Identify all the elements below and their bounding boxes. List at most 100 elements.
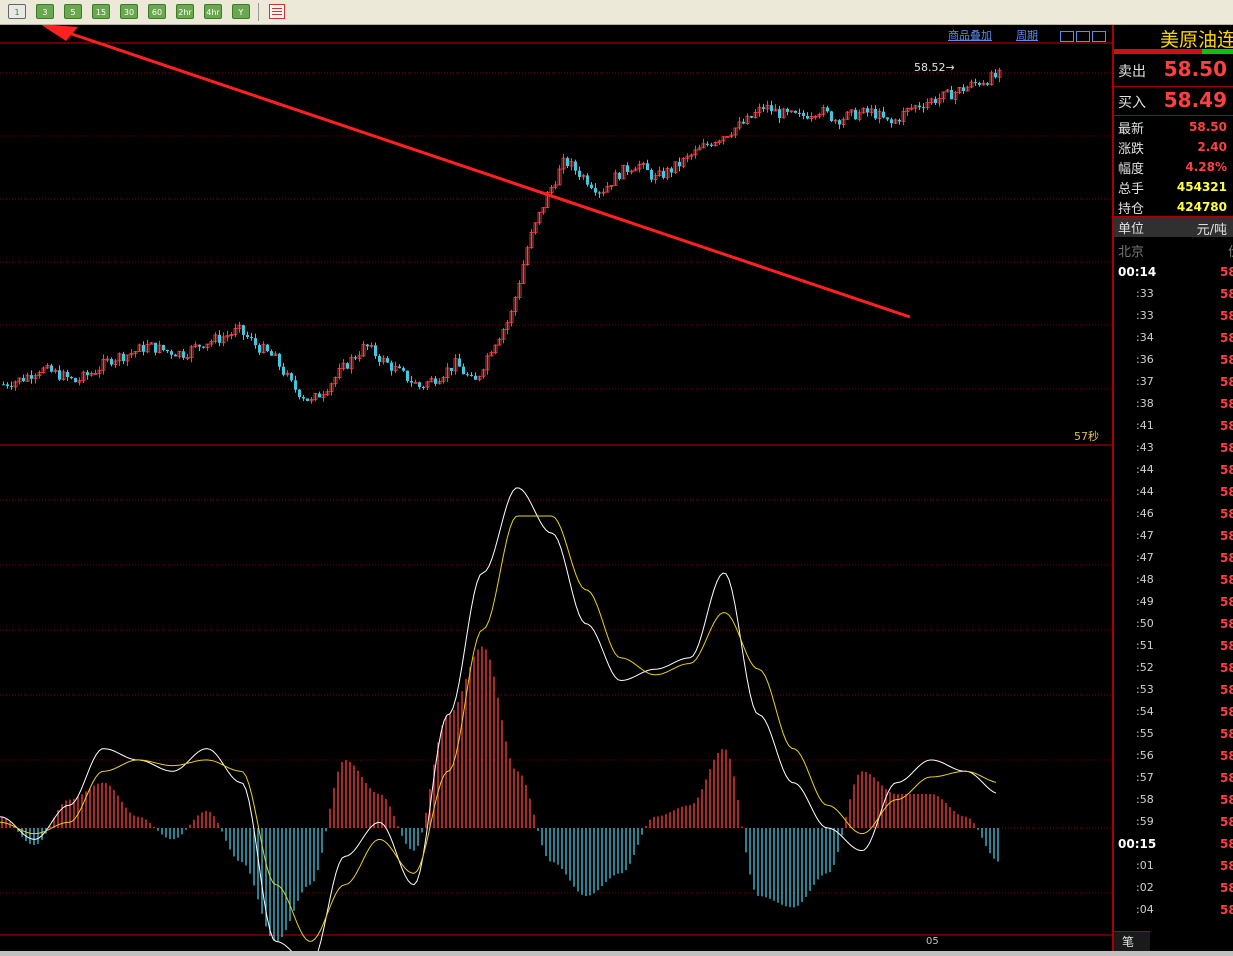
candle-body: [378, 356, 381, 362]
candle-body: [302, 396, 305, 399]
expand-icon[interactable]: [1076, 31, 1090, 42]
tick-price: 58: [1220, 595, 1233, 609]
stat-value: 58.50: [1189, 120, 1227, 134]
tick-price: 58: [1220, 287, 1233, 301]
candle-body: [6, 384, 9, 387]
candle-body: [318, 393, 321, 398]
candle-body: [794, 110, 797, 113]
period-button-3[interactable]: 3: [36, 4, 54, 19]
candle-body: [986, 83, 989, 85]
tick-price: 58: [1220, 617, 1233, 631]
candle-body: [374, 345, 377, 357]
period-button-1[interactable]: 1: [8, 4, 26, 19]
candle-body: [66, 371, 69, 377]
tick-price: 58: [1220, 573, 1233, 587]
chart-area[interactable]: 商品叠加 周期 58.52→ 57秒 05: [0, 25, 1112, 956]
stat-value: 454321: [1176, 180, 1227, 194]
candle-body: [882, 111, 885, 118]
candle-body: [950, 89, 953, 100]
tick-time: :43: [1136, 441, 1154, 454]
tick-time: :33: [1136, 309, 1154, 322]
candle-body: [594, 188, 597, 193]
tick-time: :56: [1136, 749, 1154, 762]
tick-price: 58: [1220, 881, 1233, 895]
tick-price: 58: [1220, 661, 1233, 675]
period-button-2hr[interactable]: 2hr: [176, 4, 194, 19]
candle-body: [750, 116, 753, 118]
period-button-4hr[interactable]: 4hr: [204, 4, 222, 19]
tick-time: :33: [1136, 287, 1154, 300]
tick-header-price: 价: [1228, 241, 1233, 260]
candle-body: [170, 351, 173, 355]
tick-time: :44: [1136, 485, 1154, 498]
buy-label: 买入: [1118, 95, 1146, 111]
tick-time: :50: [1136, 617, 1154, 630]
unit-label: 单位: [1118, 222, 1145, 237]
candle-body: [710, 144, 713, 146]
candle-body: [22, 377, 25, 382]
candle-body: [422, 386, 425, 388]
sell-pressure-bar: [1114, 49, 1202, 54]
candle-body: [434, 378, 437, 384]
candle-body: [974, 82, 977, 84]
tick-price: 58: [1220, 463, 1233, 477]
candle-body: [798, 112, 801, 114]
period-button-30[interactable]: 30: [120, 4, 138, 19]
tab-ticks[interactable]: 笔: [1114, 931, 1150, 951]
candle-body: [418, 382, 421, 387]
period-button-15[interactable]: 15: [92, 4, 110, 19]
candle-body: [706, 143, 709, 145]
candle-body: [778, 109, 781, 118]
tick-time: 00:15: [1118, 837, 1157, 851]
tick-time: :38: [1136, 397, 1154, 410]
candle-body: [450, 367, 453, 371]
overlay-link[interactable]: 商品叠加: [948, 27, 992, 43]
candle-body: [50, 365, 53, 372]
candle-body: [670, 168, 673, 173]
candle-body: [586, 175, 589, 185]
candle-body: [290, 373, 293, 381]
tick-time: :41: [1136, 419, 1154, 432]
candle-body: [30, 375, 33, 379]
peak-price-label: 58.52→: [914, 61, 955, 74]
period-button-5[interactable]: 5: [64, 4, 82, 19]
candle-body: [650, 169, 653, 180]
candle-body: [886, 117, 889, 120]
candle-body: [890, 119, 893, 124]
buy-price: 58.49: [1163, 88, 1227, 112]
tick-header: 北京: [1118, 245, 1145, 260]
tick-time: :01: [1136, 859, 1154, 872]
annotation-arrow-head: [41, 25, 78, 41]
candle-body: [978, 82, 981, 85]
candle-body: [122, 353, 125, 362]
tick-time: :46: [1136, 507, 1154, 520]
tick-price: 58: [1220, 639, 1233, 653]
buy-pressure-bar: [1202, 49, 1233, 54]
tick-time: :58: [1136, 793, 1154, 806]
tick-time: :57: [1136, 771, 1154, 784]
tick-time: :48: [1136, 573, 1154, 586]
period-button-60[interactable]: 60: [148, 4, 166, 19]
candle-body: [366, 344, 369, 347]
tick-price: 58: [1220, 419, 1233, 433]
candle-body: [166, 350, 169, 352]
candle-body: [386, 358, 389, 363]
tick-price: 58: [1220, 441, 1233, 455]
period-toolbar: 1 3 5 15 30 60 2hr 4hr Y: [0, 0, 1233, 25]
period-button-Y[interactable]: Y: [232, 4, 250, 19]
tick-price: 58: [1220, 331, 1233, 345]
layout-icon[interactable]: [1092, 31, 1106, 42]
price-chart-svg[interactable]: [0, 25, 1112, 956]
calendar-icon[interactable]: [269, 4, 285, 19]
candle-body: [354, 357, 357, 359]
candle-body: [806, 115, 809, 119]
candle-body: [202, 346, 205, 348]
candle-body: [174, 354, 177, 357]
candle-body: [182, 351, 185, 358]
tick-time: :36: [1136, 353, 1154, 366]
tick-price: 58: [1220, 749, 1233, 763]
period-link[interactable]: 周期: [1016, 27, 1038, 43]
toolbar-separator: [258, 3, 259, 21]
candle-body: [462, 366, 465, 375]
shrink-icon[interactable]: [1060, 31, 1074, 42]
